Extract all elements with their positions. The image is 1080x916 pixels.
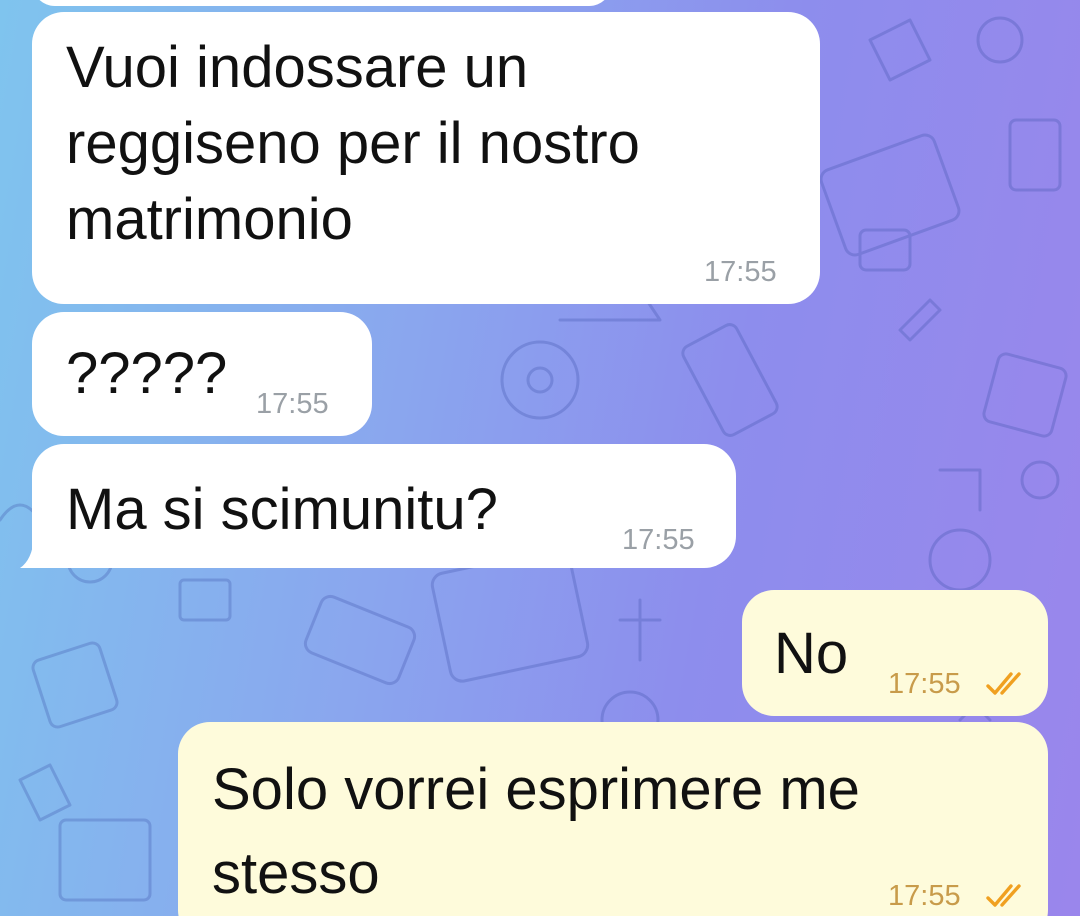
message-text: Solo vorrei esprimere me (212, 757, 860, 822)
message-timestamp: 17:55 (888, 880, 961, 912)
message-timestamp: 17:55 (888, 668, 961, 700)
message-text: matrimonio (66, 187, 353, 252)
message-text: reggiseno per il nostro (66, 111, 640, 176)
message-text: No (774, 621, 849, 686)
message-bubble-partial (32, 0, 612, 6)
message-bubble-incoming[interactable]: Ma si scimunitu? 17:55 (32, 444, 736, 568)
double-check-icon (986, 672, 1021, 695)
chat-background: Vuoi indossare un reggiseno per il nostr… (0, 0, 1080, 916)
message-text: Ma si scimunitu? (66, 477, 498, 542)
message-bubble-outgoing[interactable]: Solo vorrei esprimere me stesso 17:55 (178, 722, 1048, 916)
message-text: stesso (212, 841, 380, 906)
message-bubble-incoming[interactable]: ????? 17:55 (32, 312, 372, 436)
message-text: Vuoi indossare un (66, 35, 529, 100)
double-check-icon (986, 884, 1021, 907)
message-timestamp: 17:55 (622, 524, 695, 556)
message-bubble-outgoing[interactable]: No 17:55 (742, 590, 1048, 716)
message-timestamp: 17:55 (256, 388, 329, 420)
message-text: ????? (66, 341, 228, 406)
message-timestamp: 17:55 (704, 256, 777, 288)
message-bubble-incoming[interactable]: Vuoi indossare un reggiseno per il nostr… (32, 12, 820, 304)
